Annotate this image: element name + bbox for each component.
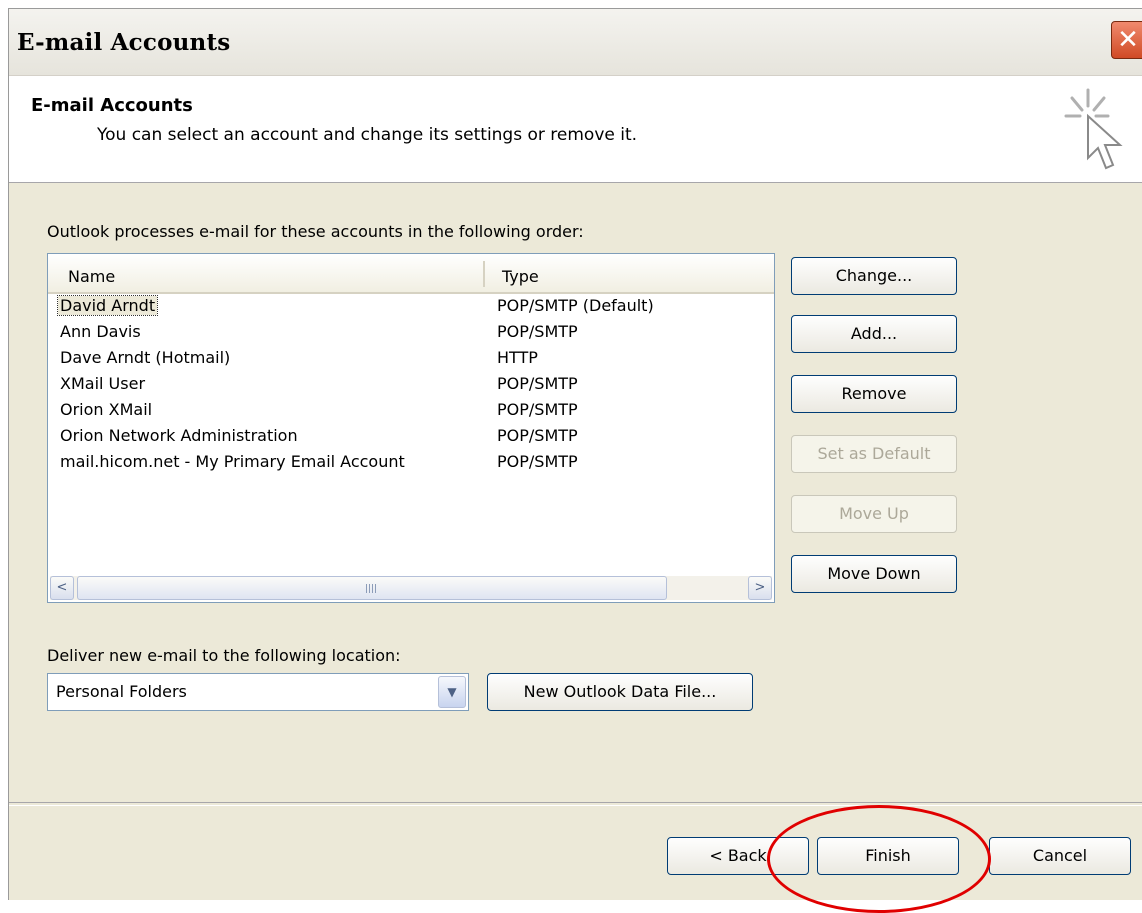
new-outlook-data-file-button[interactable]: New Outlook Data File... [487,673,753,711]
account-type: POP/SMTP [497,452,578,471]
account-name: Ann Davis [60,322,141,341]
back-button[interactable]: < Back [667,837,809,875]
change-button[interactable]: Change... [791,257,957,295]
column-header-name[interactable]: Name [68,267,115,286]
finish-button[interactable]: Finish [817,837,959,875]
account-type: POP/SMTP [497,400,578,419]
footer-divider [9,802,1142,806]
scroll-right-button[interactable]: > [748,576,772,600]
wizard-cursor-icon [1064,88,1123,170]
email-accounts-dialog: E-mail Accounts ✕ E-mail Accounts You ca… [8,8,1142,913]
grip-icon [366,584,376,593]
set-default-button[interactable]: Set as Default [791,435,957,473]
scroll-left-button[interactable]: < [50,576,74,600]
scroll-thumb[interactable] [77,576,667,600]
cancel-button[interactable]: Cancel [989,837,1131,875]
chevron-left-icon: < [56,580,68,595]
column-header-type[interactable]: Type [502,267,539,286]
account-name: mail.hicom.net - My Primary Email Accoun… [60,452,405,471]
account-row[interactable]: mail.hicom.net - My Primary Email Accoun… [48,450,774,476]
close-button[interactable]: ✕ [1111,21,1142,59]
account-type: POP/SMTP [497,322,578,341]
move-down-button[interactable]: Move Down [791,555,957,593]
account-name: Orion XMail [60,400,153,419]
account-rows: David Arndt POP/SMTP (Default) Ann Davis… [48,294,774,476]
title-bar: E-mail Accounts ✕ [9,9,1142,76]
account-row[interactable]: XMail User POP/SMTP [48,372,774,398]
horizontal-scrollbar[interactable]: < > [50,576,772,600]
account-type: POP/SMTP [497,374,578,393]
delivery-location-value: Personal Folders [56,682,187,701]
account-row[interactable]: Dave Arndt (Hotmail) HTTP [48,346,774,372]
header-title: E-mail Accounts [31,95,193,116]
account-type: POP/SMTP [497,426,578,445]
delivery-location-label: Deliver new e-mail to the following loca… [47,646,401,665]
account-row[interactable]: Orion XMail POP/SMTP [48,398,774,424]
chevron-down-icon[interactable]: ▼ [438,676,466,708]
add-button[interactable]: Add... [791,315,957,353]
move-up-button[interactable]: Move Up [791,495,957,533]
account-row[interactable]: Ann Davis POP/SMTP [48,320,774,346]
accounts-list[interactable]: Name Type David Arndt POP/SMTP (Default)… [47,253,775,603]
account-name: Dave Arndt (Hotmail) [60,348,231,367]
header-subtitle: You can select an account and change its… [97,125,638,145]
account-name: Orion Network Administration [60,426,298,445]
account-row[interactable]: David Arndt POP/SMTP (Default) [48,294,774,320]
chevron-right-icon: > [754,580,766,595]
delivery-location-select[interactable]: Personal Folders ▼ [47,673,469,711]
accounts-order-label: Outlook processes e-mail for these accou… [47,222,584,241]
wizard-header: E-mail Accounts You can select an accoun… [9,76,1142,183]
account-name: David Arndt [56,295,159,316]
account-type: POP/SMTP (Default) [497,296,654,315]
window-title: E-mail Accounts [17,29,231,56]
account-type: HTTP [497,348,538,367]
column-divider[interactable] [483,261,485,287]
list-header: Name Type [48,254,774,294]
account-name: XMail User [60,374,146,393]
account-row[interactable]: Orion Network Administration POP/SMTP [48,424,774,450]
remove-button[interactable]: Remove [791,375,957,413]
